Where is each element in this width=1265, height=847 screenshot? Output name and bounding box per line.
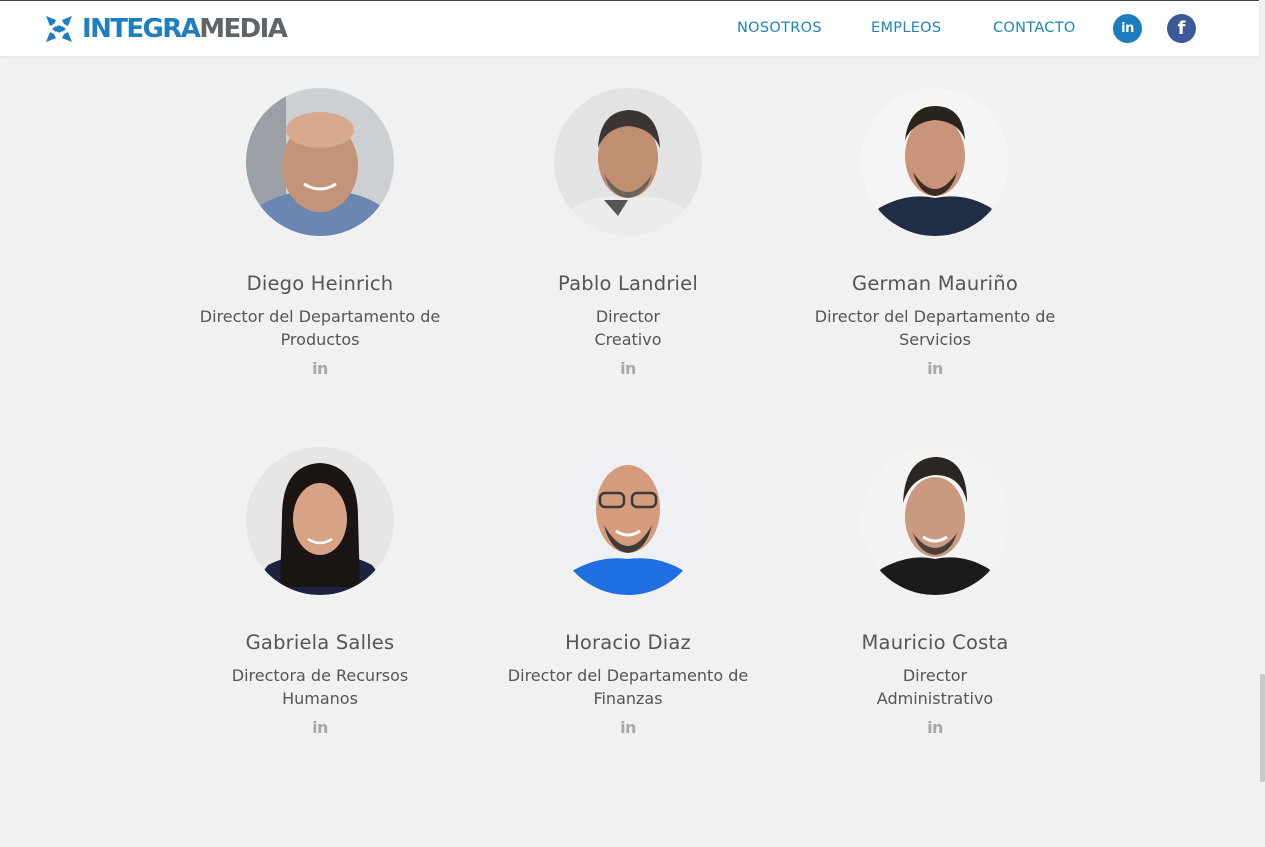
- member-role-line: Director del Departamento de: [507, 666, 749, 685]
- team-card: Horacio Diaz Director del Departamento d…: [478, 447, 778, 737]
- member-role: Director del Departamento de Servicios: [785, 305, 1085, 351]
- logo-wordmark: INTEGRAMEDIA: [82, 14, 288, 44]
- team-card: Gabriela Salles Directora de Recursos Hu…: [170, 447, 470, 737]
- member-name: Horacio Diaz: [565, 631, 691, 654]
- avatar: [554, 88, 702, 236]
- site-header: INTEGRAMEDIA NOSOTROS EMPLEOS CONTACTO i…: [0, 0, 1259, 56]
- member-role: Director Creativo: [478, 305, 778, 351]
- nav-empleos[interactable]: EMPLEOS: [871, 20, 941, 36]
- member-role-line: Director del Departamento de: [814, 307, 1056, 326]
- team-card: Diego Heinrich Director del Departamento…: [170, 88, 470, 378]
- integramedia-logo[interactable]: INTEGRAMEDIA: [44, 13, 288, 45]
- team-card: Pablo Landriel Director Creativo in: [478, 88, 778, 378]
- team-grid: Diego Heinrich Director del Departamento…: [0, 0, 1259, 847]
- member-name: Gabriela Salles: [245, 631, 395, 654]
- avatar: [554, 447, 702, 595]
- linkedin-icon[interactable]: in: [310, 719, 330, 737]
- linkedin-icon[interactable]: in: [925, 719, 945, 737]
- linkedin-icon[interactable]: in: [925, 360, 945, 378]
- member-role-line: Humanos: [282, 689, 358, 708]
- linkedin-icon[interactable]: in: [618, 719, 638, 737]
- member-role-line: Director del Departamento de: [199, 307, 441, 326]
- member-role: Director Administrativo: [785, 664, 1085, 710]
- avatar: [861, 447, 1009, 595]
- member-role-line: Director: [902, 666, 968, 685]
- scrollbar-track[interactable]: [1259, 0, 1265, 847]
- member-role: Director del Departamento de Productos: [170, 305, 470, 351]
- logo-mark-icon: [46, 16, 72, 42]
- member-role-line: Servicios: [899, 330, 971, 349]
- linkedin-icon[interactable]: in: [310, 360, 330, 378]
- nav-contacto[interactable]: CONTACTO: [993, 20, 1076, 36]
- member-role: Director del Departamento de Finanzas: [478, 664, 778, 710]
- member-name: Diego Heinrich: [246, 272, 394, 295]
- member-role-line: Directora de Recursos: [231, 666, 409, 685]
- team-card: Mauricio Costa Director Administrativo i…: [785, 447, 1085, 737]
- linkedin-icon[interactable]: in: [618, 360, 638, 378]
- team-card: German Mauriño Director del Departamento…: [785, 88, 1085, 378]
- member-role-line: Creativo: [594, 330, 662, 349]
- member-name: German Mauriño: [852, 272, 1018, 295]
- member-role-line: Director: [595, 307, 661, 326]
- linkedin-icon[interactable]: in: [1113, 14, 1142, 43]
- member-role-line: Finanzas: [593, 689, 663, 708]
- avatar: [861, 88, 1009, 236]
- member-name: Pablo Landriel: [558, 272, 698, 295]
- facebook-glyph: f: [1177, 18, 1186, 39]
- avatar: [246, 447, 394, 595]
- scrollbar-thumb[interactable]: [1260, 674, 1265, 782]
- avatar: [246, 88, 394, 236]
- nav-nosotros[interactable]: NOSOTROS: [737, 20, 822, 36]
- linkedin-glyph: in: [1121, 21, 1134, 36]
- page: INTEGRAMEDIA NOSOTROS EMPLEOS CONTACTO i…: [0, 0, 1265, 847]
- member-role-line: Administrativo: [876, 689, 994, 708]
- facebook-icon[interactable]: f: [1167, 14, 1196, 43]
- member-name: Mauricio Costa: [861, 631, 1009, 654]
- member-role-line: Productos: [280, 330, 360, 349]
- member-role: Directora de Recursos Humanos: [170, 664, 470, 710]
